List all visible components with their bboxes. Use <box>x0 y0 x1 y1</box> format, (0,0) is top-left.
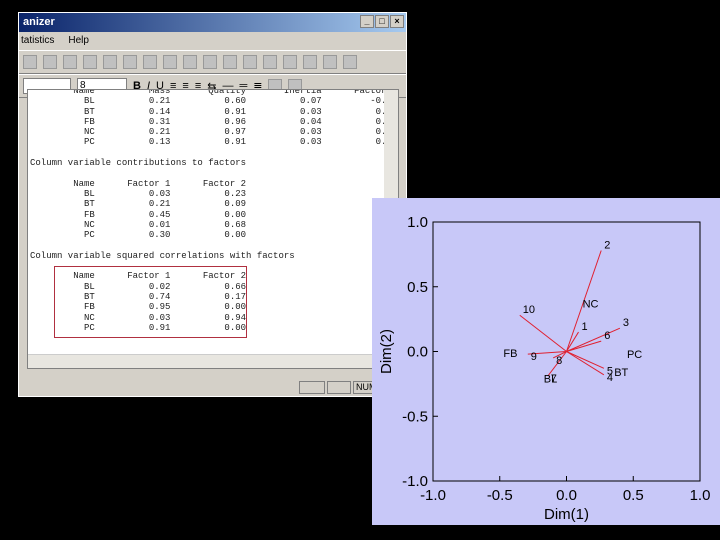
column-point-label: FB <box>503 348 517 360</box>
y-tick-label: -0.5 <box>402 408 428 425</box>
row-point-label: 1 <box>582 321 588 333</box>
command-icon[interactable] <box>63 55 77 69</box>
column-point-label: NC <box>583 299 599 311</box>
x-tick-label: -0.5 <box>487 487 513 504</box>
y-tick-label: 0.0 <box>407 344 428 361</box>
menu-help[interactable]: Help <box>68 35 89 47</box>
row-point-label: 9 <box>531 351 537 363</box>
row-point-label: 8 <box>556 355 562 367</box>
plot-svg: -1.0 -0.5 0.0 0.5 1.01.00.50.0-0.5-1.0Dim(1)… <box>378 214 711 523</box>
row-point-label: 2 <box>604 239 610 251</box>
close-button[interactable]: × <box>390 15 404 28</box>
correspondence-plot: -1.0 -0.5 0.0 0.5 1.0 1.0 0.5 0.0 -0.5 -1.0 Dim(1)… <box>372 198 720 525</box>
status-bar: NUM <box>19 378 406 396</box>
maximize-button[interactable]: □ <box>375 15 389 28</box>
row-vector-line <box>566 327 621 352</box>
x-tick-label: 1.0 <box>690 487 711 504</box>
y-tick-label: 1.0 <box>407 214 428 231</box>
row-point-label: 3 <box>623 317 629 329</box>
step-chart-icon[interactable] <box>243 55 257 69</box>
horizontal-scrollbar[interactable] <box>28 354 386 368</box>
x-axis-label: Dim(1) <box>544 506 589 523</box>
x-tick-label: 0.0 <box>556 487 577 504</box>
column-point-label: BT <box>614 367 628 379</box>
y-axis-label: Dim(2) <box>378 329 395 374</box>
highlight-box <box>54 266 247 338</box>
table-icon[interactable] <box>323 55 337 69</box>
row-point-label: 6 <box>604 330 610 342</box>
pie-chart-icon[interactable] <box>163 55 177 69</box>
menu-bar: tatistics Help <box>19 32 406 50</box>
standard-toolbar <box>19 50 406 74</box>
area-chart-icon[interactable] <box>143 55 157 69</box>
application-window: anizer _ □ × tatistics Help 8 BIU ≡ ≡ ≡ ⇆ — ═ ≣ … <box>18 12 407 397</box>
output-icon[interactable] <box>83 55 97 69</box>
bar-chart-icon[interactable] <box>123 55 137 69</box>
row-vector-line <box>519 314 567 352</box>
column-point-label: PC <box>627 349 642 361</box>
y-tick-label: -1.0 <box>402 473 428 490</box>
minimize-button[interactable]: _ <box>360 15 374 28</box>
copy-icon[interactable] <box>23 55 37 69</box>
matrix-icon[interactable] <box>303 55 317 69</box>
row-point-label: 10 <box>523 304 535 316</box>
x-tick-label: 0.5 <box>623 487 644 504</box>
title-bar: anizer _ □ × <box>19 13 406 32</box>
menu-statistics[interactable]: tatistics <box>21 35 54 47</box>
output-document[interactable]: Name Mass Quality Inertia Factor 1 BL 0.… <box>27 89 399 369</box>
y-tick-label: 0.5 <box>407 279 428 296</box>
globe-icon[interactable] <box>283 55 297 69</box>
window-title: anizer <box>23 16 55 28</box>
distribution-icon[interactable] <box>343 55 357 69</box>
boxplot-icon[interactable] <box>203 55 217 69</box>
row-vector-line <box>566 351 605 369</box>
scatter-icon[interactable] <box>223 55 237 69</box>
column-point-label: BL <box>544 374 557 386</box>
row-point-label: 5 <box>607 365 613 377</box>
row-vector-line <box>566 351 605 376</box>
paste-icon[interactable] <box>43 55 57 69</box>
histogram-icon[interactable] <box>183 55 197 69</box>
run-icon[interactable] <box>103 55 117 69</box>
line-chart-icon[interactable] <box>263 55 277 69</box>
